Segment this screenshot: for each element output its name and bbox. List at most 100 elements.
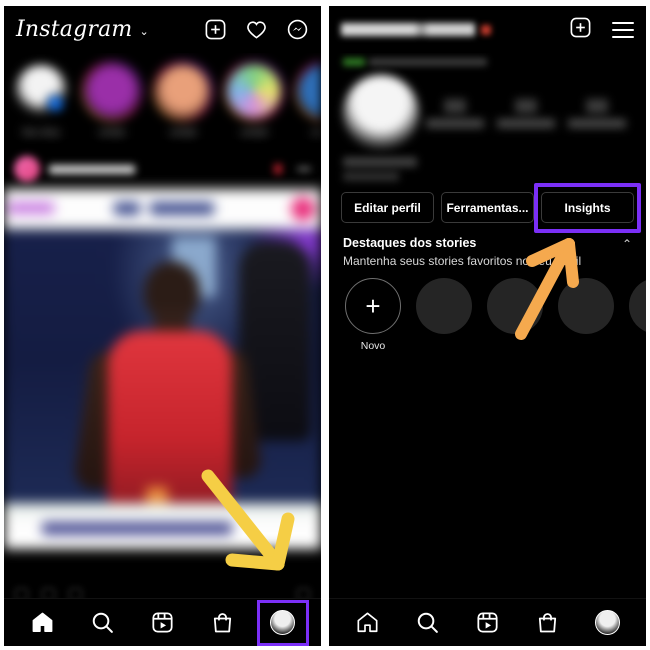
profile-header (329, 6, 646, 53)
chevron-up-icon[interactable]: ⌃ (622, 238, 632, 250)
add-highlight-circle[interactable]: + (345, 278, 401, 334)
profile-username[interactable] (341, 23, 475, 36)
story-highlights-row[interactable]: + Novo (343, 268, 646, 352)
highlight-item[interactable] (416, 278, 472, 352)
story-highlights-section: Destaques dos stories Mantenha seus stor… (329, 223, 646, 352)
story-avatar (155, 63, 211, 119)
chevron-down-icon[interactable]: ⌄ (139, 27, 148, 38)
profile-status-note (329, 53, 646, 71)
story-highlights-header: Destaques dos stories Mantenha seus stor… (343, 236, 632, 268)
highlight-circle[interactable] (629, 278, 646, 334)
story-label: conta3 (240, 127, 268, 137)
burger-line (612, 21, 634, 24)
story-item[interactable]: conta2 (152, 61, 214, 137)
stories-tray[interactable]: Seu story conta1 conta2 conta3 conta4 (4, 53, 321, 149)
media-bottom-black (4, 549, 321, 579)
media-top-banner (4, 189, 321, 229)
story-ring (153, 61, 213, 121)
story-avatar (297, 63, 321, 119)
bottom-navigation-bar[interactable] (4, 598, 321, 646)
messenger-icon[interactable] (286, 18, 309, 41)
story-highlights-subtitle: Mantenha seus stories favoritos no seu p… (343, 254, 582, 268)
story-item[interactable]: Seu story (10, 61, 72, 137)
sidebar-item-reels[interactable] (141, 605, 183, 641)
edit-profile-button[interactable]: Editar perfil (341, 192, 434, 223)
banner-center-block-a (114, 202, 140, 215)
add-post-icon[interactable] (569, 16, 592, 44)
burger-line (612, 28, 634, 31)
post-author-name (49, 164, 135, 174)
story-avatar (84, 63, 140, 119)
banner-left-block (8, 202, 54, 214)
story-label: conta2 (169, 127, 197, 137)
post-author-row[interactable] (4, 149, 321, 189)
highlight-item[interactable] (629, 278, 646, 352)
avatar[interactable] (343, 75, 419, 151)
post-badge-icon (274, 164, 282, 174)
edit-profile-wrap: Editar perfil (341, 192, 434, 223)
instagram-feed-screen: Instagram ⌄ Seu story conta1 conta2 cont… (4, 6, 321, 646)
add-post-icon[interactable] (204, 18, 227, 41)
profile-summary (329, 71, 646, 151)
instagram-logo: Instagram (16, 17, 133, 42)
stat-following[interactable] (567, 98, 626, 128)
sidebar-item-shop[interactable] (202, 605, 244, 641)
story-item[interactable]: conta3 (223, 61, 285, 137)
story-label: conta4 (311, 127, 321, 137)
post-author-avatar (14, 156, 40, 182)
stat-label (425, 118, 484, 128)
stat-value (585, 98, 608, 113)
profile-action-buttons: Editar perfil Ferramentas... Insights (329, 181, 646, 233)
highlight-circle[interactable] (558, 278, 614, 334)
highlight-item-new[interactable]: + Novo (345, 278, 401, 352)
stat-value (514, 98, 537, 113)
sidebar-item-reels[interactable] (466, 605, 508, 641)
activity-heart-icon[interactable] (245, 18, 268, 41)
story-ring (82, 61, 142, 121)
media-bottom-text-block (42, 522, 232, 535)
highlight-circle[interactable] (416, 278, 472, 334)
sidebar-item-home[interactable] (346, 605, 388, 641)
profile-bio (329, 151, 646, 181)
story-avatar (13, 63, 69, 119)
story-highlights-title: Destaques dos stories (343, 236, 477, 250)
highlight-item[interactable] (558, 278, 614, 352)
story-ring (295, 61, 321, 121)
story-add-badge (46, 94, 65, 113)
sidebar-item-search[interactable] (81, 605, 123, 641)
bottom-navigation-bar[interactable] (329, 598, 646, 646)
status-text (369, 58, 487, 66)
bio-line (343, 157, 417, 167)
verified-badge-icon (481, 24, 491, 35)
sidebar-item-shop[interactable] (527, 605, 569, 641)
story-item[interactable]: conta1 (81, 61, 143, 137)
story-ring (224, 61, 284, 121)
sidebar-item-profile[interactable] (587, 605, 629, 641)
sidebar-item-search[interactable] (406, 605, 448, 641)
insights-button[interactable]: Insights (541, 192, 634, 223)
post-more-options-icon[interactable] (297, 167, 311, 171)
banner-right-dot (291, 197, 315, 221)
post-media-image[interactable] (4, 189, 321, 579)
highlight-item[interactable] (487, 278, 543, 352)
sidebar-item-home[interactable] (21, 605, 63, 641)
story-highlights-text: Destaques dos stories Mantenha seus stor… (343, 236, 581, 268)
insights-wrap: Insights (534, 183, 641, 233)
tools-button[interactable]: Ferramentas... (441, 192, 534, 223)
stat-value (443, 98, 466, 113)
sidebar-item-profile[interactable] (256, 599, 309, 646)
instagram-profile-screen: Editar perfil Ferramentas... Insights De… (329, 6, 646, 646)
profile-header-icons (569, 16, 634, 44)
story-label: conta1 (98, 127, 126, 137)
media-player-jersey (108, 331, 232, 511)
stat-posts[interactable] (425, 98, 484, 128)
story-item[interactable]: conta4 (294, 61, 321, 137)
profile-stats (419, 98, 632, 128)
burger-line (612, 35, 634, 38)
hamburger-menu-icon[interactable] (612, 21, 634, 38)
bio-line (343, 172, 399, 181)
highlight-circle[interactable] (487, 278, 543, 334)
banner-center-block-b (150, 202, 214, 215)
stat-followers[interactable] (496, 98, 555, 128)
plus-icon: + (365, 291, 381, 321)
